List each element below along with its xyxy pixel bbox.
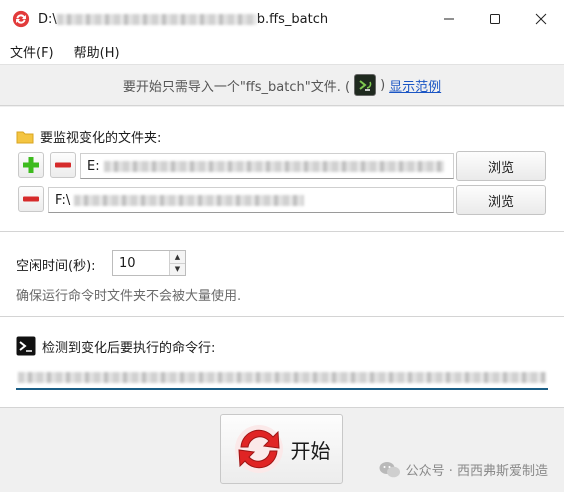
idle-label: 空闲时间(秒):: [16, 259, 96, 274]
wechat-icon: [379, 461, 400, 477]
redacted-path: [56, 13, 257, 25]
watch-folders-heading: 要监视变化的文件夹:: [16, 127, 161, 146]
command-prompt-icon: [16, 336, 36, 356]
minus-icon: [23, 196, 39, 202]
close-icon: [535, 13, 547, 25]
window-title: D:\ b.ffs_batch: [38, 11, 329, 27]
menu-file[interactable]: 文件(F): [10, 42, 54, 61]
remove-folder-button[interactable]: [18, 186, 44, 212]
hint-close-paren: ): [380, 77, 386, 93]
redacted-path: [103, 160, 444, 172]
sync-icon: [234, 425, 283, 473]
command-line-input[interactable]: [16, 366, 548, 390]
command-label: 检测到变化后要执行的命令行:: [42, 340, 216, 356]
terminal-icon: [354, 74, 377, 96]
remove-folder-button[interactable]: [50, 152, 76, 178]
redacted-path: [74, 194, 305, 206]
watch-folders-label: 要监视变化的文件夹:: [40, 131, 162, 146]
maximize-button[interactable]: [472, 0, 518, 38]
maximize-icon: [490, 14, 500, 24]
idle-seconds-value[interactable]: 10: [113, 256, 169, 271]
minus-icon: [55, 162, 71, 168]
browse-button[interactable]: 浏览: [456, 185, 546, 215]
title-bar: D:\ b.ffs_batch: [0, 0, 564, 38]
app-sync-icon: [12, 10, 30, 28]
menu-help[interactable]: 帮助(H): [74, 42, 120, 61]
start-button[interactable]: 开始: [220, 414, 343, 484]
spin-up-icon[interactable]: ▲: [170, 251, 185, 263]
minimize-button[interactable]: [426, 0, 472, 38]
minimize-icon: [444, 18, 454, 20]
browse-button[interactable]: 浏览: [456, 151, 546, 181]
watermark: 公众号 · 西西弗斯爱制造: [379, 460, 548, 479]
watermark-text: 公众号 · 西西弗斯爱制造: [405, 464, 548, 479]
close-button[interactable]: [518, 0, 564, 38]
hint-bar: 要开始只需导入一个"ffs_batch"文件. ( ) 显示范例: [0, 64, 564, 106]
idle-note: 确保运行命令时文件夹不会被大量使用.: [16, 289, 242, 304]
idle-seconds-spinbox[interactable]: 10 ▲ ▼: [112, 250, 186, 276]
menu-bar: 文件(F) 帮助(H): [0, 38, 564, 64]
plus-icon: [23, 157, 39, 173]
folder-path-field[interactable]: F:\: [48, 187, 454, 213]
redacted-command: [18, 371, 546, 383]
folder-icon: [16, 131, 34, 143]
divider: [0, 407, 564, 408]
add-folder-button[interactable]: [18, 152, 44, 178]
hint-text: 要开始只需导入一个"ffs_batch"文件. (: [122, 79, 351, 95]
command-heading: 检测到变化后要执行的命令行:: [16, 336, 215, 356]
folder-path-field[interactable]: E:: [80, 153, 454, 179]
spin-down-icon[interactable]: ▼: [170, 262, 185, 275]
show-example-link[interactable]: 显示范例: [389, 76, 441, 95]
start-label: 开始: [290, 438, 331, 463]
command-section: [0, 317, 564, 407]
